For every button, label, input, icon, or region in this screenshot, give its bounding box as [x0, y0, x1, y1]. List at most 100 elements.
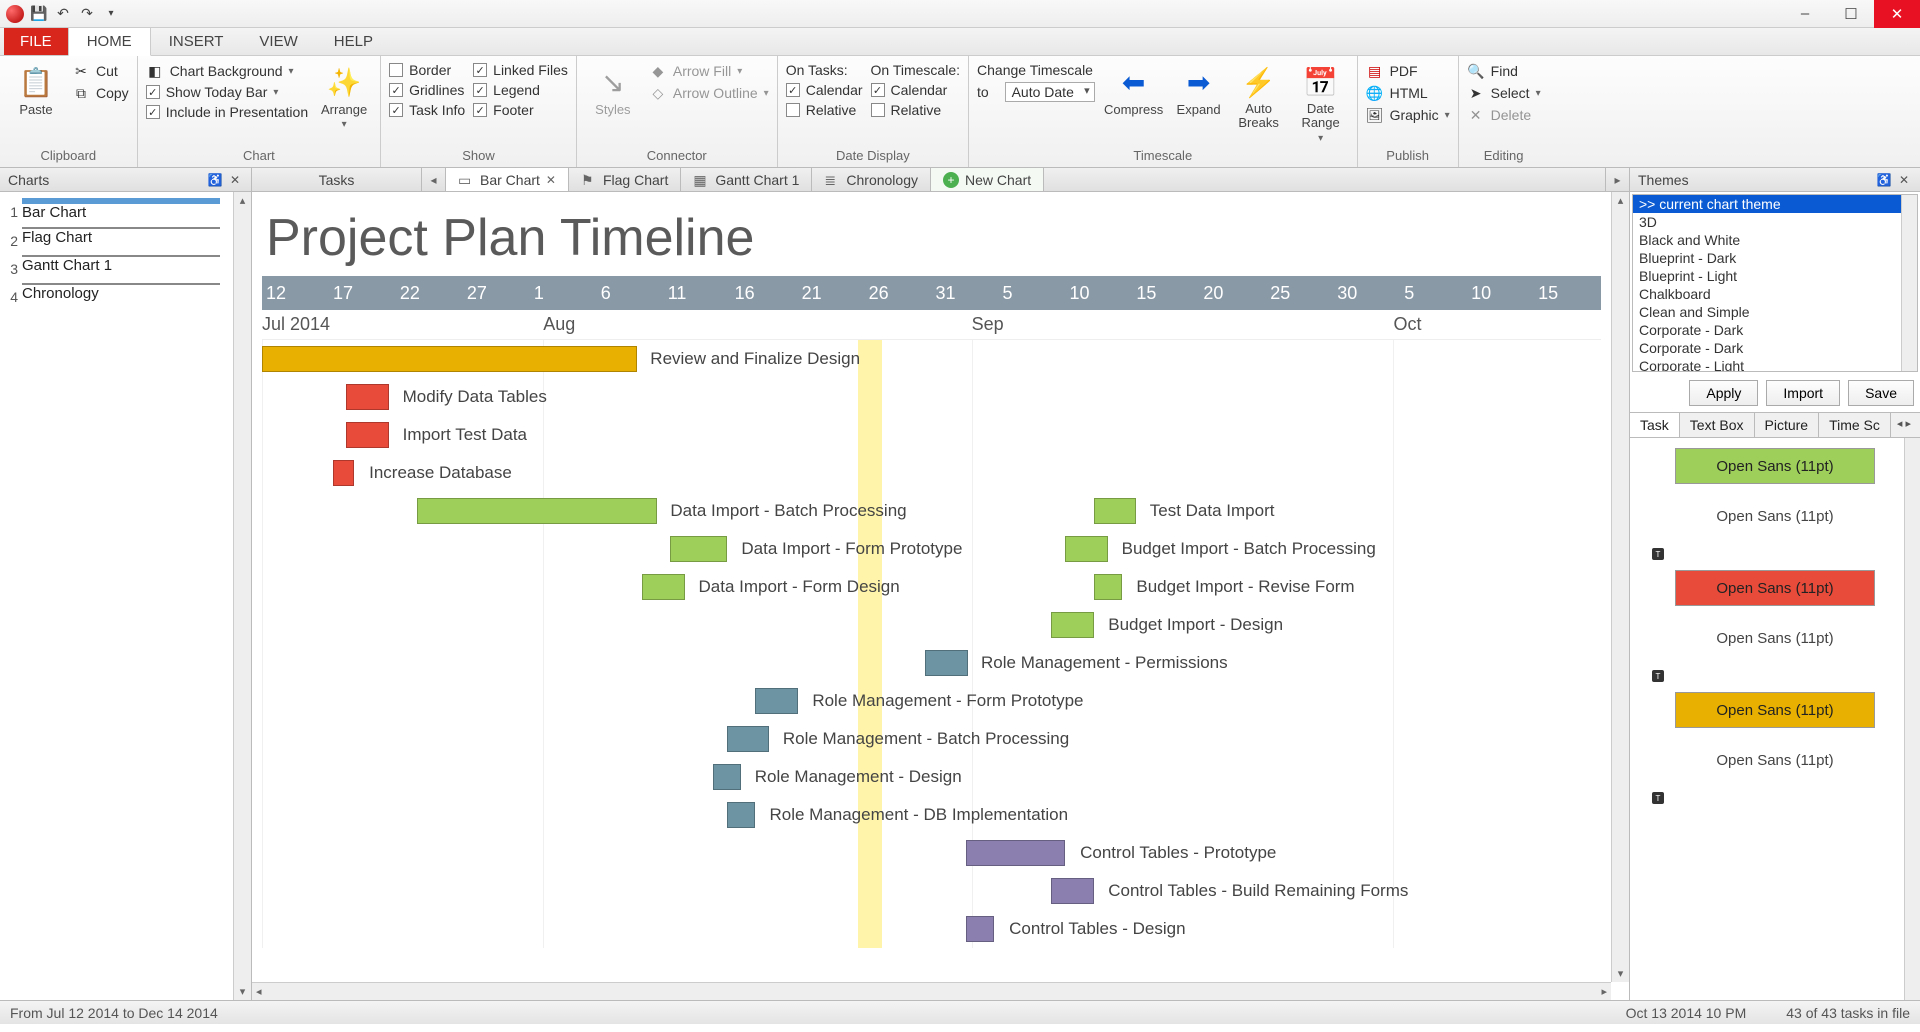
task-bar[interactable]: [417, 498, 657, 524]
task-bar[interactable]: [727, 802, 755, 828]
linked-checkbox[interactable]: Linked Files: [473, 62, 568, 78]
html-button[interactable]: 🌐HTML: [1366, 84, 1450, 102]
doc-tab[interactable]: ⚑Flag Chart: [569, 168, 681, 191]
style-swatch[interactable]: Open Sans (11pt): [1675, 498, 1875, 534]
task-bar[interactable]: [1065, 536, 1108, 562]
theme-list-item[interactable]: Clean and Simple: [1633, 303, 1917, 321]
pin-icon[interactable]: ♿: [207, 173, 223, 187]
tab-scroll-left[interactable]: ◂: [422, 168, 446, 191]
save-button[interactable]: Save: [1848, 380, 1914, 406]
file-tab[interactable]: FILE: [4, 28, 68, 55]
task-bar[interactable]: [925, 650, 968, 676]
expand-button[interactable]: ➡ Expand: [1173, 60, 1225, 117]
footer-checkbox[interactable]: Footer: [473, 102, 568, 118]
theme-list-item[interactable]: Corporate - Light: [1633, 357, 1917, 372]
find-button[interactable]: 🔍Find: [1467, 62, 1541, 80]
theme-list-item[interactable]: Black and White: [1633, 231, 1917, 249]
daterange-button[interactable]: 📅 Date Range ▾: [1293, 60, 1349, 144]
canvas-scrollbar-horizontal[interactable]: ◂▸: [252, 982, 1611, 1000]
apply-button[interactable]: Apply: [1689, 380, 1758, 406]
new-chart-tab[interactable]: +New Chart: [931, 168, 1044, 191]
task-bar[interactable]: [333, 460, 354, 486]
style-swatch[interactable]: Open Sans (11pt): [1675, 692, 1875, 728]
redo-icon[interactable]: ↷: [78, 5, 96, 23]
theme-list-item[interactable]: Blueprint - Dark: [1633, 249, 1917, 267]
task-bar[interactable]: [713, 764, 741, 790]
task-bar[interactable]: [346, 384, 389, 410]
task-bar[interactable]: [1094, 574, 1122, 600]
theme-list-item[interactable]: >> current chart theme: [1633, 195, 1917, 213]
style-swatch[interactable]: Open Sans (11pt): [1675, 570, 1875, 606]
timescale-dropdown[interactable]: Auto Date: [1005, 82, 1095, 102]
property-tab[interactable]: Text Box: [1680, 413, 1755, 437]
save-icon[interactable]: 💾: [30, 5, 48, 23]
charts-list[interactable]: 1Bar Chart2Flag Chart3Gantt Chart 14Chro…: [0, 192, 233, 1000]
style-swatch[interactable]: Open Sans (11pt): [1675, 620, 1875, 656]
property-tab[interactable]: Task: [1630, 413, 1680, 437]
task-bar[interactable]: [966, 916, 994, 942]
close-icon[interactable]: ✕: [227, 173, 243, 187]
undo-icon[interactable]: ↶: [54, 5, 72, 23]
doc-tab[interactable]: ≣Chronology: [812, 168, 931, 191]
doc-tab[interactable]: ▦Gantt Chart 1: [681, 168, 812, 191]
tab-view[interactable]: VIEW: [241, 28, 315, 55]
autobreaks-button[interactable]: ⚡ Auto Breaks: [1233, 60, 1285, 131]
task-bar[interactable]: [670, 536, 726, 562]
swatch-scrollbar[interactable]: [1904, 438, 1920, 1000]
qat-customize-icon[interactable]: ▾: [102, 5, 120, 23]
select-button[interactable]: ➤Select▾: [1467, 84, 1541, 102]
timescale-calendar-checkbox[interactable]: Calendar: [871, 82, 960, 98]
legend-checkbox[interactable]: Legend: [473, 82, 568, 98]
copy-button[interactable]: ⧉Copy: [72, 84, 129, 102]
theme-list-item[interactable]: Corporate - Dark: [1633, 321, 1917, 339]
tasks-relative-checkbox[interactable]: Relative: [786, 102, 863, 118]
style-swatch[interactable]: Open Sans (11pt): [1675, 448, 1875, 484]
theme-list-item[interactable]: Corporate - Dark: [1633, 339, 1917, 357]
task-bar[interactable]: [346, 422, 389, 448]
pin-icon[interactable]: ♿: [1876, 173, 1892, 187]
theme-list-item[interactable]: Chalkboard: [1633, 285, 1917, 303]
property-tab[interactable]: Time Sc: [1819, 413, 1891, 437]
gridlines-checkbox[interactable]: Gridlines: [389, 82, 465, 98]
taskinfo-checkbox[interactable]: Task Info: [389, 102, 465, 118]
tab-close-icon[interactable]: ✕: [546, 173, 556, 187]
task-bar[interactable]: [755, 688, 798, 714]
tab-home[interactable]: HOME: [68, 27, 151, 56]
chart-thumb-row[interactable]: 1Bar Chart: [4, 198, 229, 221]
task-bar[interactable]: [1051, 612, 1094, 638]
tasks-tab[interactable]: Tasks: [252, 168, 422, 191]
property-tab[interactable]: Picture: [1755, 413, 1820, 437]
theme-list-item[interactable]: 3D: [1633, 213, 1917, 231]
pdf-button[interactable]: ▤PDF: [1366, 62, 1450, 80]
minimize-button[interactable]: –: [1782, 0, 1828, 28]
compress-button[interactable]: ⬅ Compress: [1103, 60, 1165, 117]
maximize-button[interactable]: ☐: [1828, 0, 1874, 28]
style-swatch[interactable]: Open Sans (11pt): [1675, 742, 1875, 778]
arrange-button[interactable]: ✨ Arrange ▾: [316, 60, 372, 130]
tab-scroll-right[interactable]: ▸: [1605, 168, 1629, 191]
task-bar[interactable]: [1094, 498, 1137, 524]
timescale-relative-checkbox[interactable]: Relative: [871, 102, 960, 118]
task-bar[interactable]: [642, 574, 685, 600]
task-bar[interactable]: [262, 346, 637, 372]
theme-list[interactable]: >> current chart theme3DBlack and WhiteB…: [1632, 194, 1918, 372]
cut-button[interactable]: ✂Cut: [72, 62, 129, 80]
close-button[interactable]: ✕: [1874, 0, 1920, 28]
property-tab-nav[interactable]: ◂ ▸: [1891, 413, 1917, 437]
graphic-button[interactable]: 🖼Graphic▾: [1366, 106, 1450, 124]
tasks-calendar-checkbox[interactable]: Calendar: [786, 82, 863, 98]
import-button[interactable]: Import: [1766, 380, 1840, 406]
doc-tab[interactable]: ▭Bar Chart✕: [446, 168, 569, 191]
task-bar[interactable]: [966, 840, 1065, 866]
chart-canvas[interactable]: Project Plan Timeline 121722271611162126…: [252, 192, 1611, 982]
paste-button[interactable]: 📋 Paste: [8, 60, 64, 117]
chart-thumb-row[interactable]: 2Flag Chart: [4, 227, 229, 249]
chart-background-button[interactable]: ◧Chart Background▾: [146, 62, 308, 80]
theme-list-item[interactable]: Blueprint - Light: [1633, 267, 1917, 285]
close-icon[interactable]: ✕: [1896, 173, 1912, 187]
styles-button[interactable]: ↘ Styles: [585, 60, 641, 117]
canvas-scrollbar-vertical[interactable]: ▴▾: [1611, 192, 1629, 982]
task-bar[interactable]: [727, 726, 770, 752]
show-today-bar-button[interactable]: Show Today Bar▾: [146, 84, 308, 100]
chart-thumb-row[interactable]: 4Chronology: [4, 283, 229, 305]
